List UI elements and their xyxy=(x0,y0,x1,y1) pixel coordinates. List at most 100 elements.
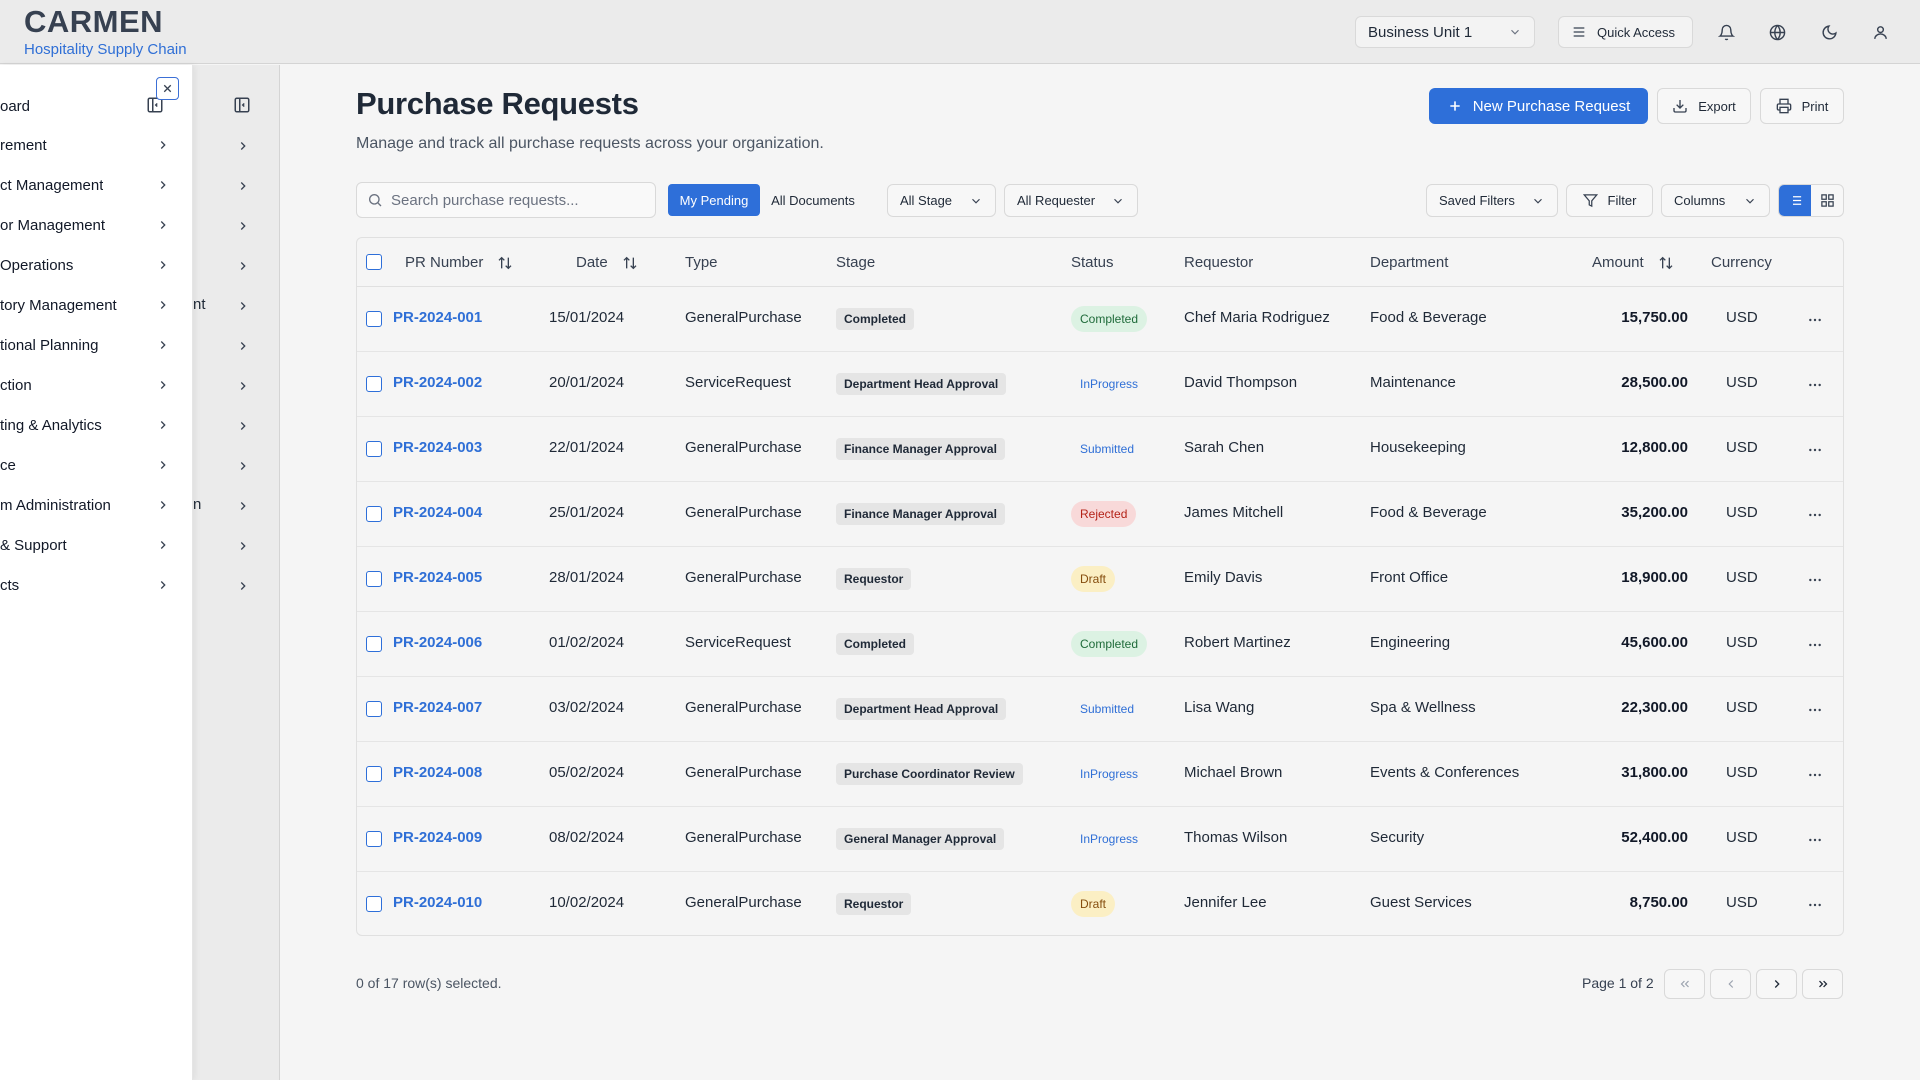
print-button[interactable]: Print xyxy=(1760,88,1844,124)
business-unit-select[interactable]: Business Unit 1 xyxy=(1355,16,1535,48)
chevron-right-icon[interactable] xyxy=(236,339,250,353)
type-cell: GeneralPurchase xyxy=(685,699,802,716)
chevron-right-icon[interactable] xyxy=(236,419,250,433)
table-row[interactable]: PR-2024-008 05/02/2024 GeneralPurchase Purc… xyxy=(357,742,1843,807)
sidebar-item-store-operations[interactable]: Operations xyxy=(0,253,170,277)
filter-button[interactable]: Filter xyxy=(1566,184,1653,217)
pr-number-link[interactable]: PR-2024-002 xyxy=(393,374,482,391)
chevron-right-icon[interactable] xyxy=(236,139,250,153)
chevron-right-icon[interactable] xyxy=(236,539,250,553)
row-checkbox[interactable] xyxy=(366,441,382,457)
user-icon[interactable] xyxy=(1869,21,1891,43)
more-horizontal-icon[interactable] xyxy=(1805,895,1825,915)
currency-cell: USD xyxy=(1726,309,1758,326)
chevron-right-icon[interactable] xyxy=(236,259,250,273)
pr-number-link[interactable]: PR-2024-003 xyxy=(393,439,482,456)
chevron-right-icon[interactable] xyxy=(236,179,250,193)
sidebar-item-vendor-management[interactable]: or Management xyxy=(0,213,170,237)
row-checkbox[interactable] xyxy=(366,896,382,912)
chevron-right-icon[interactable] xyxy=(236,219,250,233)
row-checkbox[interactable] xyxy=(366,766,382,782)
previous-page-button[interactable] xyxy=(1710,969,1751,999)
sidebar-item-contacts[interactable]: cts xyxy=(0,573,170,597)
table-row[interactable]: PR-2024-002 20/01/2024 ServiceRequest Depar… xyxy=(357,352,1843,417)
pr-number-link[interactable]: PR-2024-006 xyxy=(393,634,482,651)
pr-number-link[interactable]: PR-2024-009 xyxy=(393,829,482,846)
table-row[interactable]: PR-2024-009 08/02/2024 GeneralPurchase Gene… xyxy=(357,807,1843,872)
requester-filter-select[interactable]: All Requester xyxy=(1004,184,1138,217)
row-checkbox[interactable] xyxy=(366,701,382,717)
column-header-pr-number[interactable]: PR Number xyxy=(405,254,513,271)
globe-icon[interactable] xyxy=(1766,21,1788,43)
select-all-checkbox[interactable] xyxy=(366,254,382,270)
row-checkbox[interactable] xyxy=(366,376,382,392)
table-row[interactable]: PR-2024-003 22/01/2024 GeneralPurchase Fina… xyxy=(357,417,1843,482)
table-row[interactable]: PR-2024-001 15/01/2024 GeneralPurchase Comp… xyxy=(357,287,1843,352)
sidebar-item-product-management[interactable]: ct Management xyxy=(0,173,170,197)
more-horizontal-icon[interactable] xyxy=(1805,830,1825,850)
next-page-button[interactable] xyxy=(1756,969,1797,999)
chevron-right-icon xyxy=(156,178,170,192)
sidebar-item-system-administration[interactable]: m Administration xyxy=(0,493,170,517)
more-horizontal-icon[interactable] xyxy=(1805,700,1825,720)
sidebar-item-reporting-analytics[interactable]: ting & Analytics xyxy=(0,413,170,437)
last-page-button[interactable] xyxy=(1802,969,1843,999)
status-badge: Draft xyxy=(1071,566,1116,592)
sidebar-item-label: ct Management xyxy=(0,176,104,194)
first-page-button[interactable] xyxy=(1664,969,1705,999)
pr-number-link[interactable]: PR-2024-001 xyxy=(393,309,482,326)
more-horizontal-icon[interactable] xyxy=(1805,635,1825,655)
moon-icon[interactable] xyxy=(1818,21,1840,43)
table-row[interactable]: PR-2024-006 01/02/2024 ServiceRequest Compl… xyxy=(357,612,1843,677)
row-checkbox[interactable] xyxy=(366,571,382,587)
column-header-date[interactable]: Date xyxy=(576,254,638,271)
quick-access-button[interactable]: Quick Access xyxy=(1558,16,1693,48)
sidebar-item-production[interactable]: ction xyxy=(0,373,170,397)
chevron-right-icon[interactable] xyxy=(236,379,250,393)
more-horizontal-icon[interactable] xyxy=(1805,310,1825,330)
sidebar-item-finance[interactable]: ce xyxy=(0,453,170,477)
pr-number-link[interactable]: PR-2024-010 xyxy=(393,894,482,911)
row-checkbox[interactable] xyxy=(366,831,382,847)
columns-select[interactable]: Columns xyxy=(1661,184,1770,217)
stage-filter-select[interactable]: All Stage xyxy=(887,184,996,217)
pr-number-link[interactable]: PR-2024-005 xyxy=(393,569,482,586)
brand-logo[interactable]: CARMEN Hospitality Supply Chain xyxy=(24,5,187,59)
pr-number-link[interactable]: PR-2024-004 xyxy=(393,504,482,521)
sidebar-item-procurement[interactable]: rement xyxy=(0,133,170,157)
bell-icon[interactable] xyxy=(1715,21,1737,43)
sidebar-toggle-icon[interactable] xyxy=(233,96,253,116)
more-horizontal-icon[interactable] xyxy=(1805,375,1825,395)
grid-view-button[interactable] xyxy=(1811,185,1843,216)
sidebar-item-dashboard[interactable]: oard xyxy=(0,94,170,118)
close-sidebar-button[interactable] xyxy=(156,77,179,100)
row-checkbox[interactable] xyxy=(366,506,382,522)
column-header-amount[interactable]: Amount xyxy=(1592,254,1674,271)
tab-all-documents[interactable]: All Documents xyxy=(764,184,862,216)
saved-filters-select[interactable]: Saved Filters xyxy=(1426,184,1558,217)
chevron-right-icon[interactable] xyxy=(236,579,250,593)
table-row[interactable]: PR-2024-005 28/01/2024 GeneralPurchase Requ… xyxy=(357,547,1843,612)
more-horizontal-icon[interactable] xyxy=(1805,765,1825,785)
list-view-button[interactable] xyxy=(1779,185,1811,216)
sidebar-item-help-support[interactable]: & Support xyxy=(0,533,170,557)
new-purchase-request-button[interactable]: New Purchase Request xyxy=(1429,88,1648,124)
more-horizontal-icon[interactable] xyxy=(1805,440,1825,460)
table-row[interactable]: PR-2024-010 10/02/2024 GeneralPurchase Requ… xyxy=(357,872,1843,935)
chevron-right-icon[interactable] xyxy=(236,299,250,313)
table-row[interactable]: PR-2024-007 03/02/2024 GeneralPurchase Depa… xyxy=(357,677,1843,742)
more-horizontal-icon[interactable] xyxy=(1805,570,1825,590)
chevron-right-icon[interactable] xyxy=(236,499,250,513)
more-horizontal-icon[interactable] xyxy=(1805,505,1825,525)
tab-my-pending[interactable]: My Pending xyxy=(668,184,760,216)
row-checkbox[interactable] xyxy=(366,311,382,327)
search-input[interactable] xyxy=(391,191,641,209)
chevron-right-icon[interactable] xyxy=(236,459,250,473)
export-button[interactable]: Export xyxy=(1657,88,1751,124)
table-row[interactable]: PR-2024-004 25/01/2024 GeneralPurchase Fina… xyxy=(357,482,1843,547)
sidebar-item-inventory-management[interactable]: tory Management xyxy=(0,293,170,317)
pr-number-link[interactable]: PR-2024-007 xyxy=(393,699,482,716)
row-checkbox[interactable] xyxy=(366,636,382,652)
pr-number-link[interactable]: PR-2024-008 xyxy=(393,764,482,781)
sidebar-item-operational-planning[interactable]: tional Planning xyxy=(0,333,170,357)
